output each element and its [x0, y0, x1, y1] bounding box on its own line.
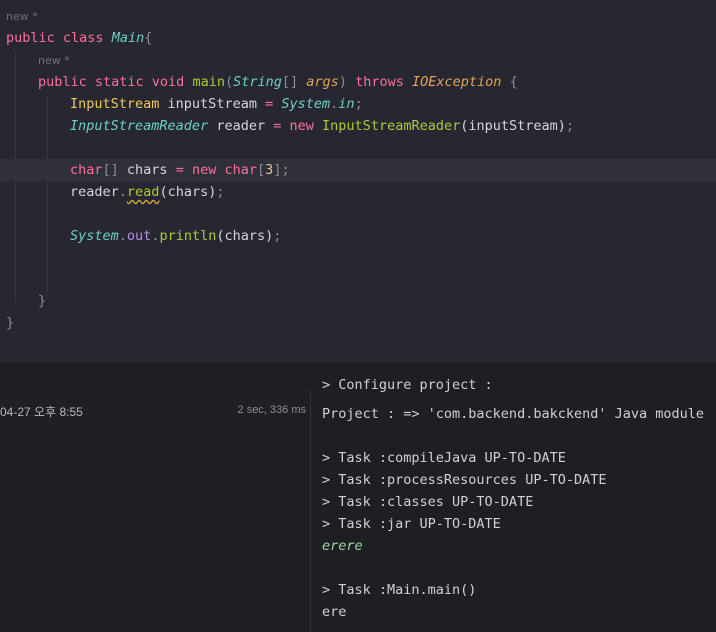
dot: .: [118, 228, 127, 244]
brace: {: [144, 30, 153, 46]
operator: =: [175, 162, 184, 178]
console-program-output: ere: [322, 604, 347, 620]
arguments: (inputStream): [460, 118, 566, 134]
console-program-output: erere: [322, 538, 363, 554]
method-call-warning[interactable]: read: [127, 184, 160, 200]
class-name: System: [281, 96, 331, 112]
keyword: public class: [6, 30, 104, 46]
console-line: > Configure project :: [322, 378, 493, 392]
type-name: char: [70, 162, 103, 178]
paren: (: [224, 74, 234, 90]
keyword: new: [191, 162, 217, 178]
arguments: (chars): [216, 228, 274, 244]
field-name: out: [126, 228, 152, 244]
semicolon: ;: [565, 118, 575, 134]
type-name: InputStream: [70, 96, 160, 112]
code-line-12: }: [38, 290, 46, 312]
class-name: Main: [111, 30, 145, 46]
semicolon: ;: [354, 96, 363, 112]
keyword: public static void: [38, 74, 185, 90]
paren: ): [338, 74, 347, 90]
brace: }: [38, 293, 47, 309]
code-line-6: char[] chars = new char[3];: [70, 159, 290, 181]
brackets: []: [281, 74, 299, 90]
code-line-3: InputStream inputStream = System.in;: [70, 93, 363, 115]
run-history-item-date[interactable]: 04-27 오후 8:55: [0, 403, 83, 420]
brace: }: [6, 315, 15, 331]
type-name: InputStreamReader: [70, 118, 209, 134]
indent-guide: [15, 52, 16, 302]
variable: reader: [216, 118, 266, 134]
method-name: println: [159, 228, 217, 244]
variable: inputStream: [167, 96, 257, 112]
brace: {: [509, 74, 518, 90]
console-line: > Task :classes UP-TO-DATE: [322, 494, 534, 510]
code-line-9: System.out.println(chars);: [70, 225, 281, 247]
brackets: []: [102, 162, 119, 178]
code-line-2: public static void main(String[] args) t…: [38, 71, 518, 93]
bracket: [: [257, 162, 266, 178]
type-name: char: [224, 162, 258, 178]
run-history-list[interactable]: [0, 390, 311, 632]
code-vision-hint[interactable]: new *: [6, 8, 38, 26]
semicolon: ;: [273, 228, 282, 244]
code-editor[interactable]: new * public class Main{ new * public st…: [0, 0, 716, 363]
type-name: String: [233, 74, 282, 90]
bracket: ];: [273, 162, 290, 178]
run-history-item-duration: 2 sec, 336 ms: [237, 404, 306, 416]
code-vision-hint[interactable]: new *: [38, 52, 70, 70]
arguments: (chars): [159, 184, 217, 200]
method-name: main: [192, 74, 225, 90]
variable: reader: [70, 184, 119, 200]
console-line: > Task :jar UP-TO-DATE: [322, 516, 501, 532]
code-line-7: reader.read(chars);: [70, 181, 224, 203]
console-line: > Task :compileJava UP-TO-DATE: [322, 450, 566, 466]
operator: =: [265, 96, 274, 112]
operator: =: [273, 118, 282, 134]
console-line: > Task :Main.main(): [322, 582, 477, 598]
console-line-clipped: > Configure project :: [311, 378, 716, 392]
constructor-name: InputStreamReader: [322, 118, 461, 134]
class-name: System: [70, 228, 119, 244]
indent-guide: [47, 96, 48, 292]
console-line: Project : => 'com.backend.bakckend' Java…: [322, 406, 705, 422]
keyword: new: [289, 118, 314, 134]
keyword: throws: [355, 74, 404, 90]
field-name: in: [338, 96, 355, 112]
code-line-1: public class Main{: [6, 27, 152, 49]
variable: chars: [126, 162, 168, 178]
param-name: args: [306, 74, 339, 90]
code-line-4: InputStreamReader reader = new InputStre…: [70, 115, 574, 137]
dot: .: [118, 184, 127, 200]
console-line: > Task :processResources UP-TO-DATE: [322, 472, 607, 488]
exception-name: IOException: [412, 74, 502, 90]
semicolon: ;: [216, 184, 225, 200]
code-line-13: }: [6, 312, 14, 334]
